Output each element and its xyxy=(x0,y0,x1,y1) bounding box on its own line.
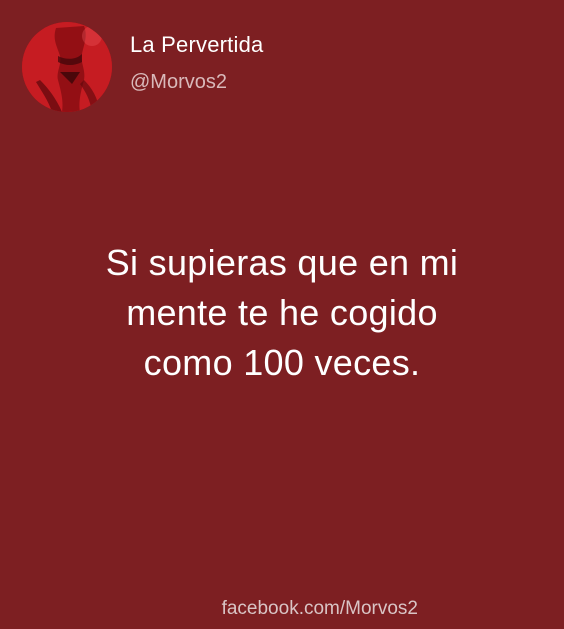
profile-names: La Pervertida @Morvos2 xyxy=(130,31,263,97)
post-card: La Pervertida @Morvos2 Si supieras que e… xyxy=(0,0,564,629)
user-handle[interactable]: @Morvos2 xyxy=(130,67,263,97)
post-text: Si supieras que en mi mente te he cogido… xyxy=(0,238,564,388)
post-line: como 100 veces. xyxy=(143,342,421,383)
profile-header: La Pervertida @Morvos2 xyxy=(22,22,263,112)
avatar[interactable] xyxy=(22,22,112,112)
post-line: mente te he cogido xyxy=(126,292,438,333)
post-line: Si supieras que en mi xyxy=(105,242,459,283)
display-name[interactable]: La Pervertida xyxy=(130,31,263,59)
source-watermark: facebook.com/Morvos2 xyxy=(221,598,418,619)
avatar-image xyxy=(22,22,112,112)
